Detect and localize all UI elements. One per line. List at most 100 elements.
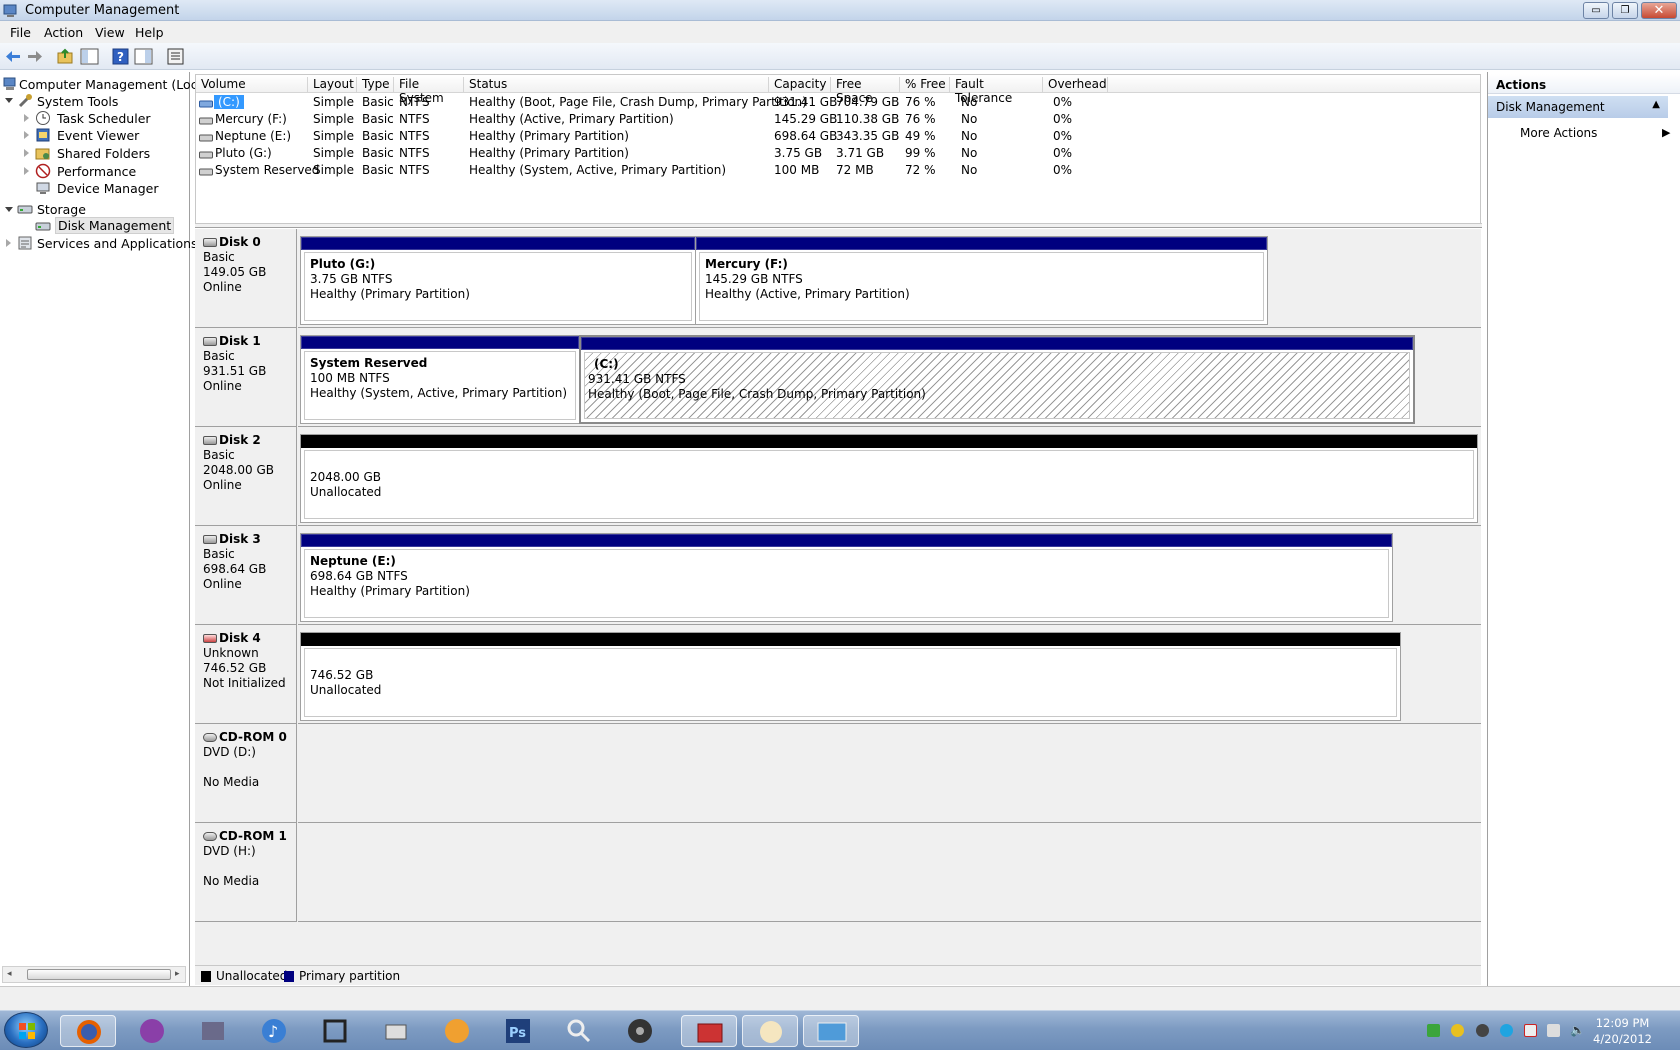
cdrom-0-label[interactable]: CD-ROM 0 DVD (D:) No Media bbox=[195, 724, 297, 823]
column-percent-free[interactable]: % Free bbox=[900, 77, 950, 92]
expand-arrow-icon[interactable] bbox=[24, 131, 29, 139]
tree-item-shared-folders[interactable]: Shared Folders bbox=[57, 146, 150, 161]
column-file-system[interactable]: File System bbox=[394, 77, 464, 105]
show-hide-tree-icon[interactable] bbox=[80, 47, 99, 66]
actions-section-disk-management[interactable]: Disk Management ▲ bbox=[1488, 96, 1668, 118]
table-row[interactable]: Mercury (F:) Simple Basic NTFS Healthy (… bbox=[196, 112, 1480, 129]
expand-arrow-icon[interactable] bbox=[24, 149, 29, 157]
volume-cell: System Reserved bbox=[215, 163, 320, 177]
film-app-taskbar-icon[interactable] bbox=[319, 1015, 351, 1047]
tree-item-services-and-applications[interactable]: Services and Applications bbox=[37, 236, 198, 251]
menu-file[interactable]: File bbox=[10, 25, 31, 40]
scroll-right-arrow-icon[interactable]: ▸ bbox=[175, 969, 180, 979]
partition-c-selected[interactable]: (C:) 931.41 GB NTFS Healthy (Boot, Page … bbox=[579, 335, 1415, 424]
photo-viewer-taskbar-icon[interactable] bbox=[803, 1015, 859, 1047]
restore-button[interactable]: ❐ bbox=[1612, 2, 1638, 19]
column-fault-tolerance[interactable]: Fault Tolerance bbox=[950, 77, 1043, 105]
expand-arrow-icon[interactable] bbox=[6, 239, 11, 247]
column-volume[interactable]: Volume bbox=[196, 77, 308, 92]
start-button[interactable] bbox=[4, 1012, 48, 1048]
mascot-app-taskbar-icon[interactable] bbox=[441, 1015, 473, 1047]
tree-item-task-scheduler[interactable]: Task Scheduler bbox=[57, 111, 151, 126]
collapse-up-icon[interactable]: ▲ bbox=[1652, 99, 1660, 110]
tray-power-icon[interactable] bbox=[1451, 1024, 1464, 1037]
table-row[interactable]: Neptune (E:) Simple Basic NTFS Healthy (… bbox=[196, 129, 1480, 146]
tray-update-icon[interactable] bbox=[1500, 1024, 1513, 1037]
search-app-taskbar-icon[interactable] bbox=[563, 1015, 595, 1047]
media-app-taskbar-icon[interactable] bbox=[136, 1015, 168, 1047]
partition-unallocated[interactable]: 746.52 GB Unallocated bbox=[300, 632, 1401, 721]
help-icon[interactable]: ? bbox=[111, 47, 130, 66]
column-type[interactable]: Type bbox=[357, 77, 394, 92]
collapse-arrow-icon[interactable] bbox=[5, 98, 13, 103]
firefox-taskbar-icon[interactable] bbox=[60, 1015, 116, 1047]
tray-volume-icon[interactable]: 🔈 bbox=[1570, 1024, 1585, 1037]
menu-action[interactable]: Action bbox=[44, 25, 83, 40]
submenu-arrow-icon[interactable]: ▶ bbox=[1662, 126, 1670, 139]
tree-item-disk-management[interactable]: Disk Management bbox=[55, 217, 175, 234]
tree-item-performance[interactable]: Performance bbox=[57, 164, 136, 179]
table-row[interactable]: Pluto (G:) Simple Basic NTFS Healthy (Pr… bbox=[196, 146, 1480, 163]
disk-1-label[interactable]: Disk 1 Basic 931.51 GB Online bbox=[195, 328, 297, 427]
column-overhead[interactable]: Overhead bbox=[1043, 77, 1108, 92]
menu-view[interactable]: View bbox=[95, 25, 125, 40]
tray-app-icon[interactable] bbox=[1476, 1024, 1489, 1037]
pane-splitter[interactable] bbox=[195, 223, 1482, 228]
disc-app-taskbar-icon[interactable] bbox=[624, 1015, 656, 1047]
taskbar-clock[interactable]: 12:09 PM 4/20/2012 bbox=[1593, 1015, 1652, 1047]
show-hide-action-pane-icon[interactable] bbox=[134, 47, 153, 66]
forward-arrow-icon[interactable] bbox=[25, 47, 44, 66]
disk-name: Disk 2 bbox=[219, 433, 261, 447]
disk-4-label[interactable]: Disk 4 Unknown 746.52 GB Not Initialized bbox=[195, 625, 297, 724]
overhead-cell: 0% bbox=[1053, 112, 1073, 126]
column-status[interactable]: Status bbox=[464, 77, 769, 92]
tree-item-device-manager[interactable]: Device Manager bbox=[57, 181, 159, 196]
column-free-space[interactable]: Free Space bbox=[831, 77, 900, 105]
minimize-button[interactable]: ▭ bbox=[1583, 2, 1609, 19]
title-bar: Computer Management ▭ ❐ ✕ bbox=[0, 0, 1680, 21]
up-folder-icon[interactable] bbox=[56, 47, 75, 66]
collapse-arrow-icon[interactable] bbox=[5, 207, 13, 212]
tray-action-center-icon[interactable] bbox=[1524, 1024, 1537, 1037]
dvd-app-taskbar-icon[interactable] bbox=[197, 1015, 229, 1047]
column-layout[interactable]: Layout bbox=[308, 77, 357, 92]
table-row[interactable]: System Reserved Simple Basic NTFS Health… bbox=[196, 163, 1480, 180]
computer-management-taskbar-icon[interactable] bbox=[681, 1015, 737, 1047]
disk-2-label[interactable]: Disk 2 Basic 2048.00 GB Online bbox=[195, 427, 297, 526]
back-arrow-icon[interactable] bbox=[4, 47, 23, 66]
hard-disk-icon bbox=[203, 535, 217, 544]
tray-network-icon[interactable] bbox=[1547, 1024, 1560, 1037]
photoshop-taskbar-icon[interactable]: Ps bbox=[502, 1015, 534, 1047]
menu-help[interactable]: Help bbox=[135, 25, 164, 40]
tree-item-system-tools[interactable]: System Tools bbox=[37, 94, 118, 109]
partition-neptune[interactable]: Neptune (E:) 698.64 GB NTFS Healthy (Pri… bbox=[300, 533, 1393, 622]
partition-unallocated[interactable]: 2048.00 GB Unallocated bbox=[300, 434, 1478, 523]
disk-0-label[interactable]: Disk 0 Basic 149.05 GB Online bbox=[195, 229, 297, 328]
disk-3-partitions: Neptune (E:) 698.64 GB NTFS Healthy (Pri… bbox=[298, 526, 1481, 625]
partition-mercury[interactable]: Mercury (F:) 145.29 GB NTFS Healthy (Act… bbox=[695, 236, 1268, 325]
scroll-left-arrow-icon[interactable]: ◂ bbox=[7, 969, 12, 979]
disk-3-label[interactable]: Disk 3 Basic 698.64 GB Online bbox=[195, 526, 297, 625]
tree-item-event-viewer[interactable]: Event Viewer bbox=[57, 128, 139, 143]
camera-app-taskbar-icon[interactable] bbox=[380, 1015, 412, 1047]
close-button[interactable]: ✕ bbox=[1641, 2, 1677, 19]
itunes-taskbar-icon[interactable]: ♪ bbox=[258, 1015, 290, 1047]
tree-root-computer-management[interactable]: Computer Management (Local) bbox=[19, 77, 214, 92]
scrollbar-thumb[interactable] bbox=[27, 969, 171, 980]
properties-icon[interactable] bbox=[166, 47, 185, 66]
tree-item-storage[interactable]: Storage bbox=[37, 202, 86, 217]
pct-cell: 76 % bbox=[905, 95, 936, 109]
table-row[interactable]: (C:) Simple Basic NTFS Healthy (Boot, Pa… bbox=[196, 95, 1480, 112]
paint-app-taskbar-icon[interactable] bbox=[742, 1015, 798, 1047]
partition-system-reserved[interactable]: System Reserved 100 MB NTFS Healthy (Sys… bbox=[300, 335, 580, 424]
column-capacity[interactable]: Capacity bbox=[769, 77, 831, 92]
expand-arrow-icon[interactable] bbox=[24, 114, 29, 122]
expand-arrow-icon[interactable] bbox=[24, 167, 29, 175]
hard-disk-icon bbox=[203, 337, 217, 346]
tree-horizontal-scrollbar[interactable]: ◂ ▸ bbox=[2, 966, 186, 983]
tray-battery-icon[interactable] bbox=[1427, 1024, 1440, 1037]
cdrom-1-label[interactable]: CD-ROM 1 DVD (H:) No Media bbox=[195, 823, 297, 922]
more-actions-link[interactable]: More Actions bbox=[1520, 126, 1597, 140]
partition-size: 2048.00 GB bbox=[310, 470, 381, 484]
partition-pluto[interactable]: Pluto (G:) 3.75 GB NTFS Healthy (Primary… bbox=[300, 236, 696, 325]
